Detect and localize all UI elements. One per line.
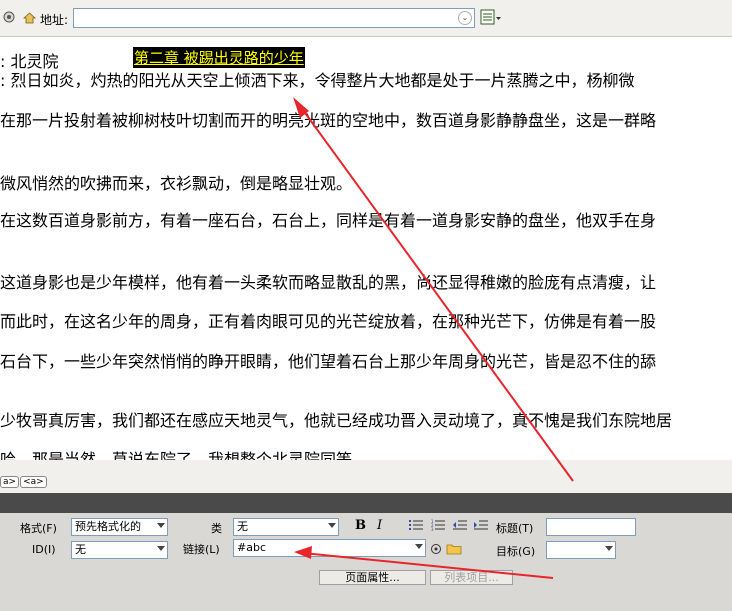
view-options-icon[interactable] [479, 8, 503, 28]
italic-icon[interactable]: I [377, 518, 382, 533]
doc-line: 微风悄然的吹拂而来，衣衫飘动，倒是略显壮观。 [0, 174, 353, 193]
tag-selector: a> <a> [0, 476, 48, 490]
chevron-down-icon [605, 546, 613, 551]
outdent-icon[interactable] [453, 519, 467, 531]
page-properties-button[interactable]: 页面属性... [319, 570, 426, 585]
id-value: 无 [75, 543, 86, 556]
class-label: 类 [211, 522, 222, 535]
tag-item[interactable]: <a> [20, 476, 47, 488]
properties-panel-header [0, 493, 732, 513]
doc-line: 这道身影也是少年模样，他有着一头柔软而略显散乱的黑，尚还显得稚嫩的脸庞有点清瘦，… [0, 273, 657, 292]
doc-line: 而此时，在这名少年的周身，正有着肉眼可见的光芒绽放着，在那种光芒下，仿佛是有着一… [0, 312, 657, 331]
class-value: 无 [237, 520, 248, 533]
address-toolbar: 地址: ⌄ [0, 0, 732, 37]
doc-line: 在这数百道身影前方，有着一座石台，石台上，同样是有着一道身影安静的盘坐，他双手在… [0, 211, 657, 230]
chevron-down-icon [157, 546, 165, 551]
link-input[interactable]: #abc [233, 539, 426, 557]
doc-line: 少牧哥真厉害，我们都还在感应天地灵气，他就已经成功晋入灵动境了，真不愧是我们东院… [0, 411, 673, 430]
home-icon [22, 12, 37, 24]
unordered-list-icon[interactable] [409, 519, 423, 531]
id-label: ID(I) [32, 543, 56, 556]
address-label: 地址: [40, 13, 69, 27]
target-select[interactable] [546, 541, 616, 559]
chevron-down-icon [328, 523, 336, 528]
doc-line: 哈，那是当然，草说东院了，我想整个北灵院同等 [0, 450, 353, 460]
chevron-down-icon [157, 523, 165, 528]
chevron-down-icon [415, 544, 423, 549]
id-select[interactable]: 无 [71, 541, 168, 559]
folder-icon[interactable] [446, 542, 462, 555]
doc-line: 在那一片投射着被柳树枝叶切割而开的明亮光斑的空地中，数百道身影静静盘坐，这是一群… [0, 111, 657, 130]
list-item-button: 列表项目... [430, 570, 513, 585]
class-select[interactable]: 无 [233, 518, 339, 536]
link-value: #abc [237, 541, 266, 554]
format-label: 格式(F) [20, 522, 57, 535]
title-input[interactable] [546, 518, 636, 536]
chevron-down-icon[interactable]: ⌄ [458, 11, 472, 25]
tag-item[interactable]: a> [0, 476, 20, 488]
doc-line: 石台下，一些少年突然悄悄的睁开眼睛，他们望着石台上那少年周身的光芒，皆是忍不住的… [0, 352, 657, 371]
format-value: 预先格式化的 [75, 520, 141, 533]
indent-icon[interactable] [474, 519, 488, 531]
link-label: 链接(L) [183, 543, 220, 556]
ordered-list-icon[interactable]: 123 [431, 519, 445, 531]
settings-icon[interactable] [1, 9, 17, 25]
properties-panel: 格式(F) 预先格式化的 ID(I) 无 类 无 链接(L) #abc B I … [0, 513, 732, 611]
bold-icon[interactable]: B [355, 518, 366, 533]
svg-text:3: 3 [431, 527, 434, 531]
format-select[interactable]: 预先格式化的 [71, 518, 168, 536]
document-view[interactable]: : 北灵院 第二章 被踢出灵路的少年 : 烈日如炎，灼热的阳光从天空上倾洒下来，… [0, 37, 732, 460]
chapter-heading-link[interactable]: 第二章 被踢出灵路的少年 [133, 47, 305, 68]
doc-line: : 烈日如炎，灼热的阳光从天空上倾洒下来，令得整片大地都是处于一片蒸腾之中，杨柳… [0, 71, 635, 90]
point-to-file-icon[interactable] [430, 543, 442, 555]
address-input[interactable]: ⌄ [73, 8, 475, 28]
title-label: 标题(T) [496, 522, 534, 535]
status-bar [0, 460, 732, 493]
target-label: 目标(G) [496, 545, 536, 558]
